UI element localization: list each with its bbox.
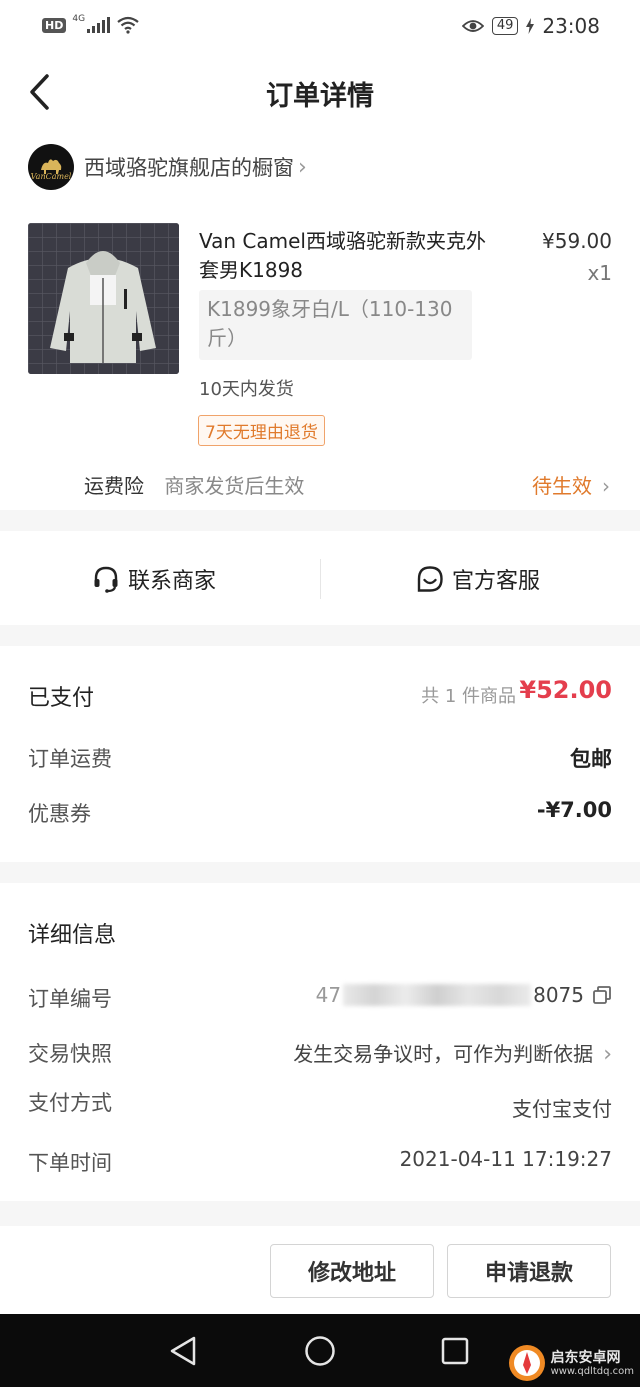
- contact-merchant-button[interactable]: 联系商家: [92, 561, 216, 597]
- signal-icon: [87, 17, 111, 33]
- order-time-label: 下单时间: [28, 1151, 112, 1175]
- insurance-status: 待生效: [532, 474, 592, 498]
- order-number-label: 订单编号: [28, 987, 112, 1011]
- shop-name: 西域骆驼旗舰店的橱窗: [84, 156, 294, 180]
- chevron-right-icon: ›: [298, 154, 307, 180]
- nav-home-icon[interactable]: [304, 1335, 336, 1367]
- smile-chat-icon: [417, 566, 443, 592]
- battery-indicator: 49: [491, 17, 519, 35]
- clock: 23:08: [542, 14, 600, 38]
- insurance-label: 运费险: [84, 474, 144, 498]
- system-nav-bar: 启东安卓网 www.qdltdq.com: [0, 1314, 640, 1387]
- product-card: VanCamel 西域骆驼旗舰店的橱窗 › Van Camel西域骆驼新款夹克外…: [0, 130, 640, 510]
- coupon-value: -¥7.00: [536, 798, 612, 822]
- nav-bar: 订单详情: [0, 54, 640, 130]
- divider: [320, 559, 321, 599]
- masked-order-number: [343, 984, 532, 1006]
- snapshot-row[interactable]: 交易快照 发生交易争议时，可作为判断依据 ›: [28, 1038, 612, 1068]
- status-bar: HD 4G 49 23:08: [0, 0, 640, 54]
- order-number-row: 订单编号 47 8075: [28, 983, 612, 1013]
- official-service-button[interactable]: 官方客服: [416, 561, 540, 597]
- snapshot-value: 发生交易争议时，可作为判断依据: [293, 1042, 594, 1066]
- product-sku: K1899象牙白/L（110-130斤）: [199, 290, 472, 360]
- order-details-card: 详细信息 订单编号 47 8075 交易快照 发生交易争议时，可作为判断依据 › 支…: [0, 883, 640, 1201]
- charging-icon: [526, 18, 535, 34]
- insurance-desc: 商家发货后生效: [164, 474, 305, 498]
- contact-merchant-label: 联系商家: [128, 569, 217, 594]
- nav-back-icon[interactable]: [168, 1335, 198, 1367]
- freight-row: 订单运费 包邮: [28, 743, 612, 773]
- order-time-row: 下单时间 2021-04-11 17:19:27: [28, 1147, 612, 1177]
- payment-method-value: 支付宝支付: [512, 1097, 612, 1121]
- coupon-row: 优惠券 -¥7.00: [28, 798, 612, 828]
- service-card: 联系商家 官方客服: [0, 531, 640, 625]
- network-type: 4G: [72, 14, 86, 24]
- payment-method-row: 支付方式 支付宝支付: [28, 1087, 612, 1147]
- details-title: 详细信息: [28, 923, 117, 948]
- freight-value: 包邮: [570, 747, 612, 771]
- product-title[interactable]: Van Camel西域骆驼新款夹克外套男K1898: [199, 227, 499, 285]
- watermark-logo-icon: [508, 1345, 545, 1381]
- copy-icon[interactable]: [592, 985, 612, 1005]
- freight-label: 订单运费: [28, 747, 112, 771]
- order-number-value: 47 8075: [316, 983, 612, 1007]
- paid-amount: ¥52.00: [519, 676, 612, 704]
- product-price: ¥59.00: [542, 229, 612, 253]
- wifi-icon: [117, 16, 139, 34]
- coupon-label: 优惠券: [28, 802, 91, 826]
- shop-link[interactable]: VanCamel 西域骆驼旗舰店的橱窗 ›: [28, 144, 307, 190]
- watermark-url: www.qdltdq.com: [550, 1365, 634, 1377]
- return-policy-badge: 7天无理由退货: [198, 415, 325, 446]
- payment-method-label: 支付方式: [28, 1091, 112, 1115]
- eye-comfort-icon: [461, 20, 484, 32]
- order-time-value: 2021-04-11 17:19:27: [399, 1147, 612, 1171]
- chevron-right-icon: ›: [602, 474, 610, 498]
- page-title: 订单详情: [266, 81, 374, 112]
- watermark: 启东安卓网 www.qdltdq.com: [507, 1343, 634, 1383]
- snapshot-label: 交易快照: [28, 1042, 112, 1066]
- hd-indicator: HD: [42, 17, 67, 33]
- paid-label: 已支付: [28, 686, 95, 711]
- payment-card: 已支付 共 1 件商品 ¥52.00 订单运费 包邮 优惠券 -¥7.00: [0, 646, 640, 862]
- shipping-insurance-row[interactable]: 运费险 商家发货后生效 待生效 ›: [84, 470, 610, 500]
- apply-refund-button[interactable]: 申请退款: [447, 1244, 611, 1298]
- shipping-time: 10天内发货: [199, 379, 294, 400]
- modify-address-button[interactable]: 修改地址: [270, 1244, 434, 1298]
- nav-recents-icon[interactable]: [441, 1337, 469, 1365]
- bottom-action-bar: 修改地址 申请退款: [0, 1226, 640, 1314]
- watermark-text: 启东安卓网: [550, 1349, 621, 1366]
- product-image[interactable]: [28, 223, 179, 374]
- product-quantity: x1: [587, 261, 612, 285]
- official-service-label: 官方客服: [452, 569, 541, 594]
- item-count: 共 1 件商品: [421, 686, 516, 707]
- headset-icon: [94, 566, 118, 593]
- chevron-right-icon: ›: [603, 1042, 612, 1067]
- shop-logo: VanCamel: [28, 144, 74, 190]
